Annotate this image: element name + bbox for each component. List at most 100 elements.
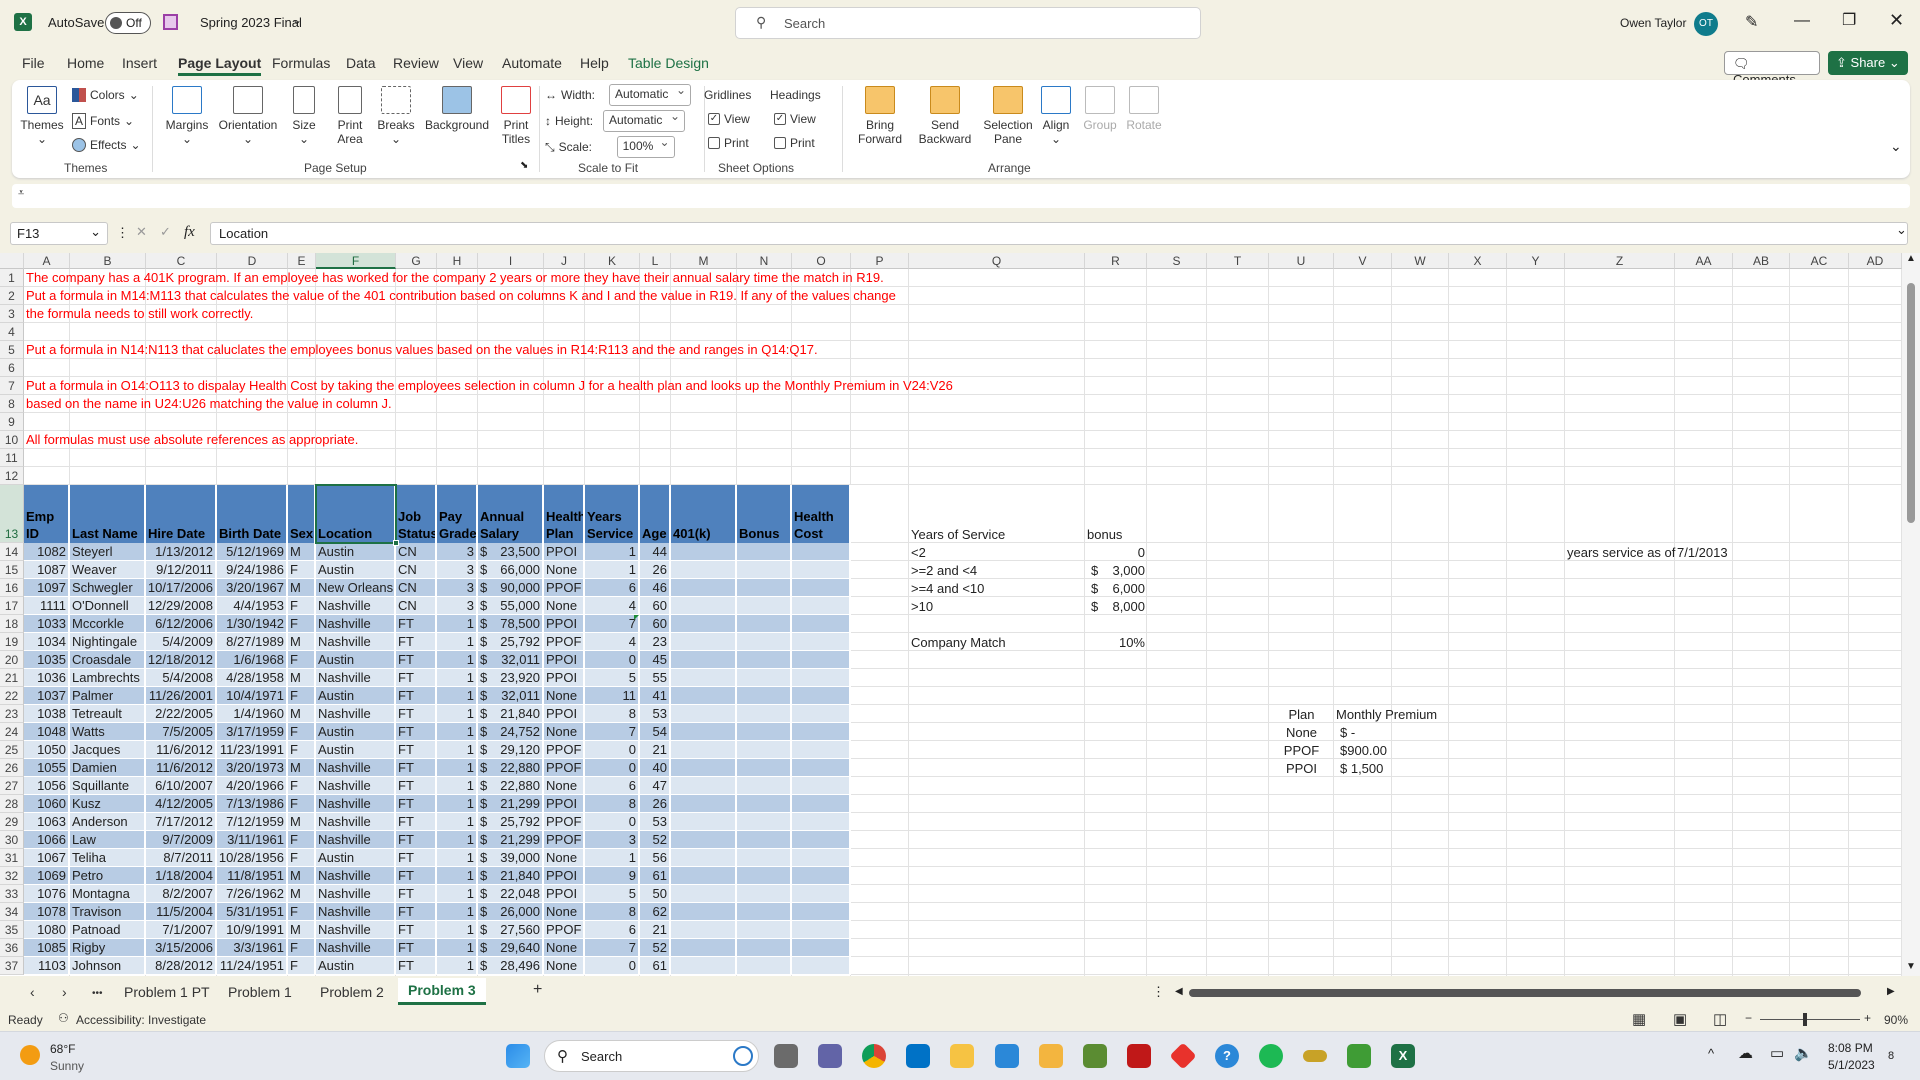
table-cell[interactable]: $ 22,048 [478,885,544,903]
pen-icon[interactable]: ✎ [1745,12,1758,32]
table-cell[interactable]: PPOI [544,651,585,669]
table-cell[interactable]: FT [396,921,437,939]
table-cell[interactable]: 7 [585,723,640,741]
table-cell[interactable]: 9/24/1986 [217,561,288,579]
row-header[interactable]: 22 [0,687,24,705]
table-cell[interactable]: FT [396,957,437,975]
table-cell[interactable] [671,957,737,975]
table-cell[interactable]: 0 [585,759,640,777]
table-cell[interactable]: Nashville [316,885,396,903]
table-cell[interactable] [671,795,737,813]
table-cell[interactable]: F [288,795,316,813]
table-cell[interactable] [792,885,851,903]
table-cell[interactable]: 60 [640,597,671,615]
column-header-e[interactable]: E [288,253,316,269]
table-cell[interactable]: 1 [437,921,478,939]
table-header-cell[interactable]: Pay Grade [437,485,478,543]
table-cell[interactable]: $ 26,000 [478,903,544,921]
sheet-tab-problem-1[interactable]: Problem 1 [220,982,300,1002]
table-cell[interactable]: 7/12/1959 [217,813,288,831]
column-header-v[interactable]: V [1334,253,1392,269]
help-icon[interactable]: ? [1215,1044,1239,1068]
table-cell[interactable]: 7/1/2007 [146,921,217,939]
table-cell[interactable]: F [288,687,316,705]
comments-button[interactable]: 🗨 Comments [1724,51,1820,87]
table-cell[interactable]: New Orleans [316,579,396,597]
table-header-cell[interactable]: Health Cost [792,485,851,543]
sheet-tab-problem-1-pt[interactable]: Problem 1 PT [116,982,218,1002]
table-cell[interactable]: FT [396,741,437,759]
table-cell[interactable]: None [544,687,585,705]
table-cell[interactable] [671,723,737,741]
table-cell[interactable]: 1063 [24,813,70,831]
table-cell[interactable]: Croasdale [70,651,146,669]
table-cell[interactable]: PPOI [544,867,585,885]
table-cell[interactable]: 0 [585,651,640,669]
table-cell[interactable]: FT [396,687,437,705]
table-cell[interactable] [737,867,792,885]
table-cell[interactable]: 10/4/1971 [217,687,288,705]
table-cell[interactable]: PPOI [544,795,585,813]
column-header-u[interactable]: U [1269,253,1334,269]
table-header-cell[interactable]: Birth Date [217,485,288,543]
column-header-t[interactable]: T [1207,253,1269,269]
table-cell[interactable]: Nashville [316,867,396,885]
table-cell[interactable]: 11 [585,687,640,705]
table-cell[interactable]: 44 [640,543,671,561]
table-cell[interactable]: Rigby [70,939,146,957]
table-cell[interactable]: $ 66,000 [478,561,544,579]
table-cell[interactable]: 10/28/1956 [217,849,288,867]
sheet-tab-problem-3[interactable]: Problem 3 [398,978,486,1005]
table-cell[interactable]: Nashville [316,705,396,723]
table-cell[interactable]: 8 [585,795,640,813]
table-cell[interactable]: Patnoad [70,921,146,939]
expand-formula-icon[interactable]: ⌄ [1896,222,1907,238]
table-cell[interactable]: Austin [316,849,396,867]
table-cell[interactable]: $ 22,880 [478,759,544,777]
table-cell[interactable]: Austin [316,543,396,561]
table-cell[interactable]: FT [396,795,437,813]
table-cell[interactable]: Petro [70,867,146,885]
row-header[interactable]: 33 [0,885,24,903]
table-cell[interactable]: 8/7/2011 [146,849,217,867]
table-cell[interactable]: 7 [585,939,640,957]
name-box[interactable]: F13 ⌄ [10,222,108,245]
table-cell[interactable]: CN [396,543,437,561]
table-cell[interactable]: 1034 [24,633,70,651]
table-cell[interactable]: 9 [585,867,640,885]
table-header-cell[interactable]: Sex [288,485,316,543]
row-header[interactable]: 28 [0,795,24,813]
table-cell[interactable]: Mccorkle [70,615,146,633]
row-header[interactable]: 4 [0,323,24,341]
table-cell[interactable] [792,615,851,633]
file-explorer-icon[interactable] [1039,1044,1063,1068]
minecraft-icon[interactable] [1083,1044,1107,1068]
table-cell[interactable]: 7/5/2005 [146,723,217,741]
table-cell[interactable]: FT [396,705,437,723]
table-cell[interactable]: 4/4/1953 [217,597,288,615]
table-cell[interactable]: 10/9/1991 [217,921,288,939]
table-cell[interactable]: 1 [437,849,478,867]
page-layout-view-icon[interactable]: ▣ [1673,1010,1687,1028]
table-cell[interactable]: 1048 [24,723,70,741]
table-cell[interactable] [671,615,737,633]
table-cell[interactable]: 3/17/1959 [217,723,288,741]
table-cell[interactable]: Montagna [70,885,146,903]
table-cell[interactable]: $ 29,640 [478,939,544,957]
table-cell[interactable] [737,633,792,651]
premium-table-header[interactable]: Plan [1269,705,1334,723]
user-name[interactable]: Owen Taylor [1620,16,1686,30]
cancel-icon[interactable]: ✕ [136,224,147,240]
table-cell[interactable]: $ 28,496 [478,957,544,975]
row-header[interactable]: 9 [0,413,24,431]
monthly-premium[interactable]: $ 1,500 [1334,759,1392,777]
table-cell[interactable]: F [288,615,316,633]
table-cell[interactable]: 1038 [24,705,70,723]
row-header[interactable]: 25 [0,741,24,759]
colors-button[interactable]: Colors ⌄ [72,88,139,102]
excel-taskbar-icon[interactable]: X [1391,1044,1415,1068]
table-cell[interactable]: PPOI [544,705,585,723]
tab-review[interactable]: Review [393,55,439,71]
column-header-b[interactable]: B [70,253,146,269]
weather-icon[interactable] [20,1045,40,1065]
